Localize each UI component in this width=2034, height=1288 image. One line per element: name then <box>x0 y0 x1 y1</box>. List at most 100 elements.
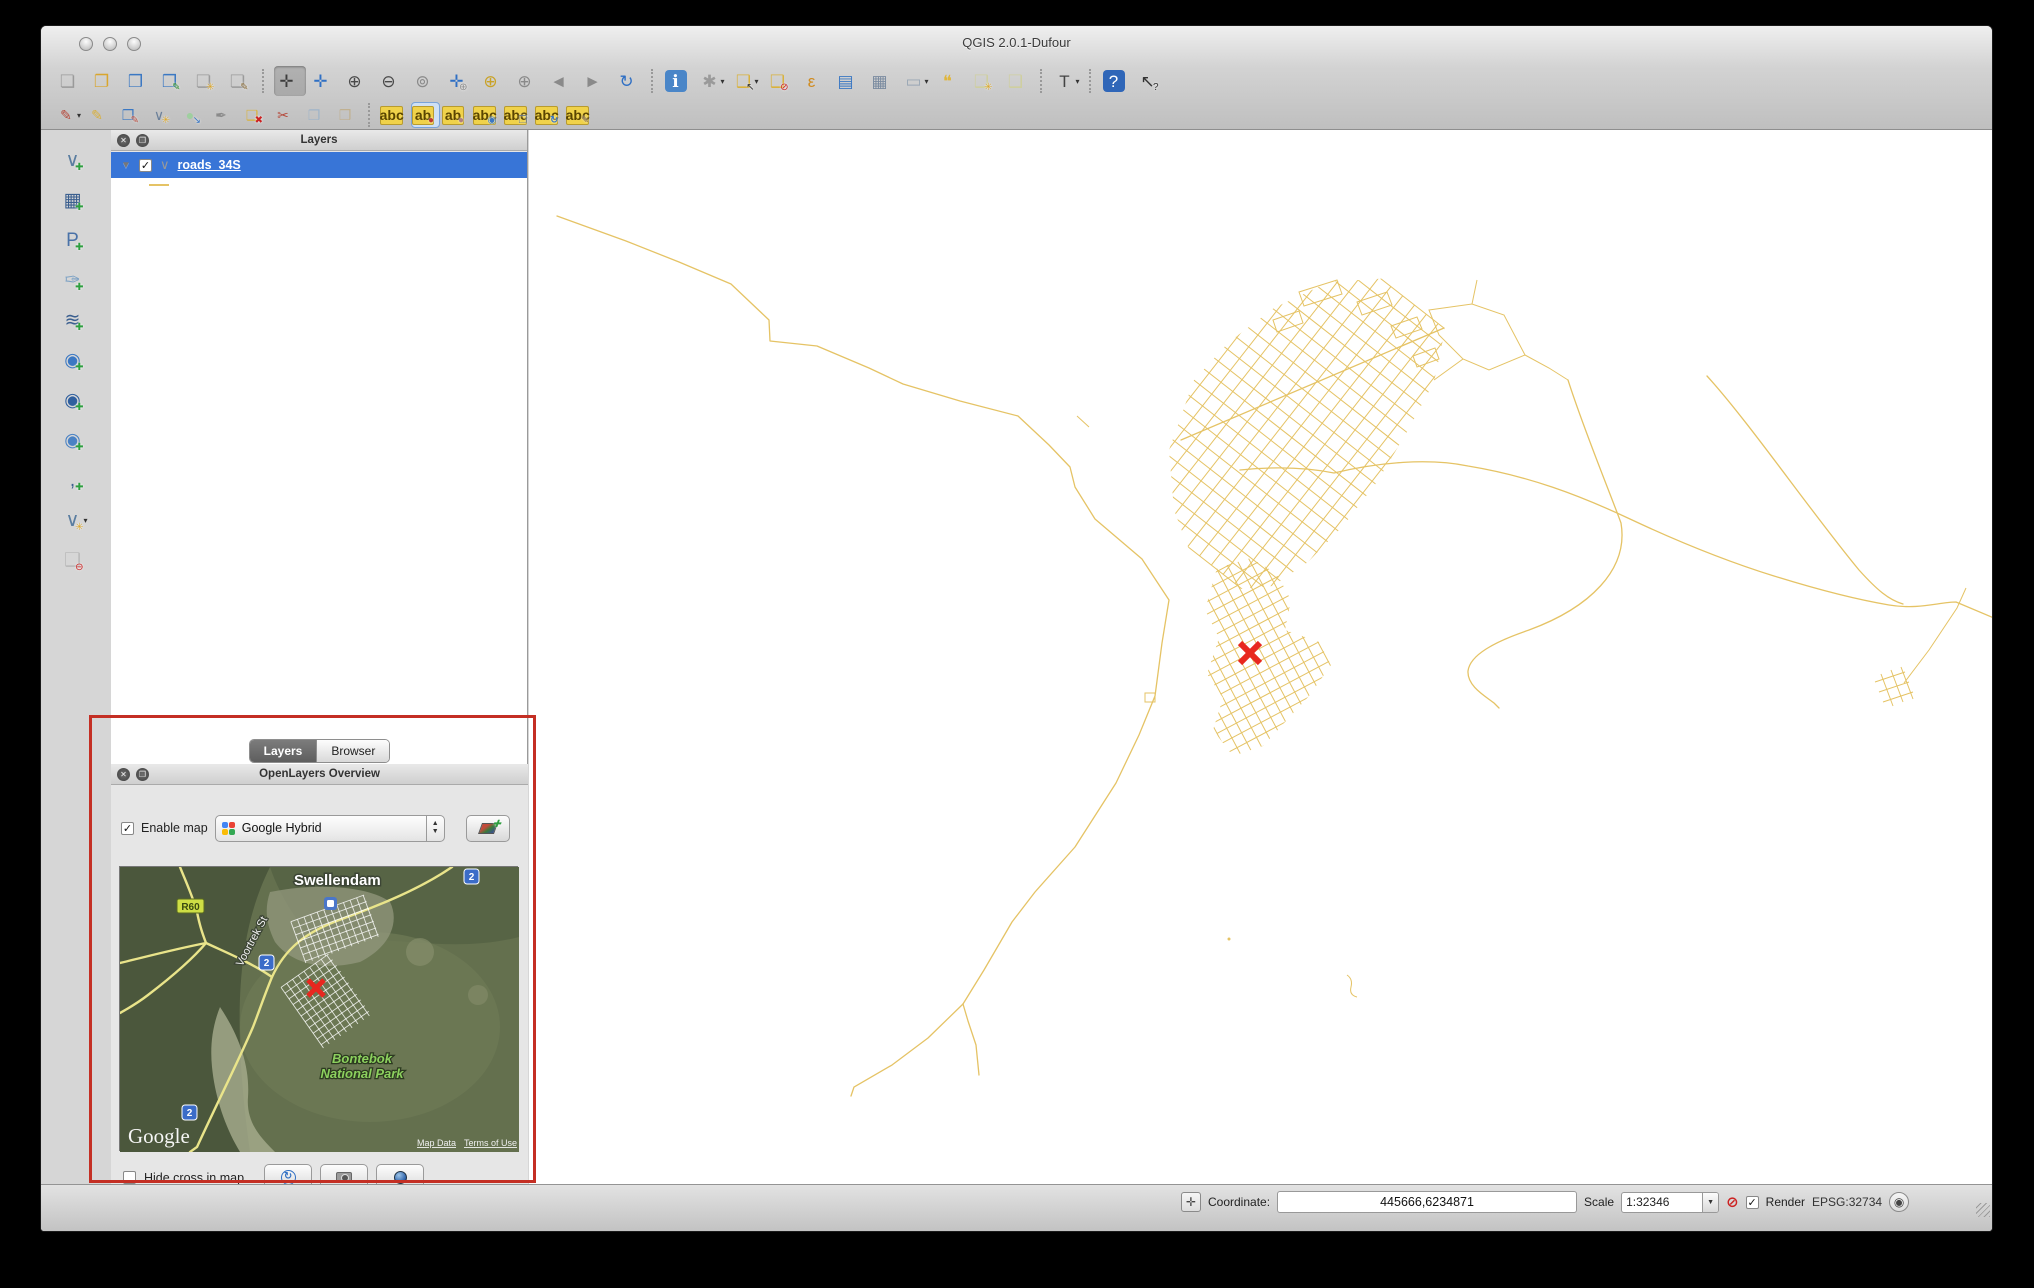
save-layer-edits-button[interactable]: ❒✎ <box>117 102 146 128</box>
pan-map-button[interactable]: ✛ <box>274 66 306 96</box>
stepper-arrows-icon[interactable]: ▲▼ <box>426 816 444 841</box>
zoom-last-button[interactable]: ◄ <box>546 66 578 96</box>
terms-of-use-link[interactable]: Terms of Use <box>464 1138 517 1148</box>
scale-combo[interactable]: 1:32346 ▼ <box>1621 1192 1719 1213</box>
crs-globe-icon[interactable]: ◉ <box>1889 1192 1909 1212</box>
render-checkbox[interactable]: ✓ <box>1746 1196 1759 1209</box>
mouse-position-icon[interactable]: ✛ <box>1181 1192 1201 1212</box>
label-visibility-button[interactable]: abc◉ <box>473 102 502 128</box>
add-delimited-text-layer-button[interactable]: ,✚ <box>57 464 95 497</box>
add-postgis-layer-button[interactable]: P✚ <box>57 224 95 257</box>
dropdown-caret[interactable]: ▾ <box>755 77 762 86</box>
pan-to-selection-button[interactable]: ✛ <box>308 66 340 96</box>
label-pin-button[interactable]: ab● <box>411 102 440 128</box>
open-attribute-table-button[interactable]: ▤ <box>833 66 865 96</box>
close-panel-icon[interactable]: ✕ <box>117 134 130 147</box>
overview-minimap[interactable]: Swellendam R60 Voortrek St 2 2 <box>119 866 518 1151</box>
add-wms-layer-button[interactable]: ◉✚ <box>57 344 95 377</box>
zoom-out-button[interactable]: ⊖ <box>376 66 408 96</box>
map-provider-select[interactable]: Google Hybrid ▲▼ <box>215 815 445 842</box>
layer-visibility-checkbox[interactable]: ✓ <box>139 159 152 172</box>
route-2-shield: 2 <box>464 869 479 884</box>
hide-cross-checkbox[interactable]: ✓ <box>123 1171 136 1184</box>
open-project-button[interactable]: ❐ <box>89 66 121 96</box>
add-feature-button[interactable]: ∨✳ <box>148 102 177 128</box>
coordinate-label: Coordinate: <box>1208 1195 1270 1209</box>
layer-name[interactable]: roads_34S <box>178 158 241 172</box>
new-project-button[interactable]: ❏ <box>55 66 87 96</box>
layer-row-roads-34s[interactable]: ▼ ✓ ∨ roads_34S <box>111 152 527 178</box>
new-shapefile-layer-button[interactable]: ∨✳ ▾ <box>57 504 95 537</box>
delete-selected-button[interactable]: ❑✖ <box>241 102 270 128</box>
svg-text:2: 2 <box>187 1108 193 1119</box>
statistical-summary-button[interactable]: ▦ <box>867 66 899 96</box>
float-panel-icon[interactable]: ❐ <box>136 134 149 147</box>
zoom-to-selection-button[interactable]: ⊕ <box>478 66 510 96</box>
dropdown-caret[interactable]: ▾ <box>1076 77 1083 86</box>
save-project-as-button[interactable]: ❒✎ <box>157 66 189 96</box>
line-layer-icon: ∨ <box>160 157 170 173</box>
label-edit-button[interactable]: abc✎ <box>566 102 595 128</box>
add-vector-layer-button[interactable]: ∨✚ <box>57 144 95 177</box>
show-bookmarks-button[interactable]: ❑ <box>1003 66 1035 96</box>
tab-layers[interactable]: Layers <box>250 740 317 762</box>
add-spatialite-layer-button[interactable]: ✑✚ <box>57 264 95 297</box>
map-data-link[interactable]: Map Data <box>417 1138 456 1148</box>
zoom-full-button[interactable]: ✛⊕ <box>444 66 476 96</box>
zoom-in-button[interactable]: ⊕ <box>342 66 374 96</box>
label-copy-button[interactable]: abc❐ <box>504 102 533 128</box>
toggle-editing-button[interactable]: ✎ <box>86 102 115 128</box>
zoom-native-button[interactable]: ⊚ <box>410 66 442 96</box>
composer-manager-button[interactable]: ❏✎ <box>225 66 257 96</box>
layer-symbology-swatch[interactable] <box>149 184 169 186</box>
float-panel-icon[interactable]: ❐ <box>136 768 149 781</box>
dropdown-caret[interactable]: ▾ <box>84 516 91 525</box>
select-by-expression-button[interactable]: ε <box>799 66 831 96</box>
move-feature-button[interactable]: ●↘ <box>179 102 208 128</box>
save-project-button[interactable]: ❒ <box>123 66 155 96</box>
node-tool-button[interactable]: ✒ <box>210 102 239 128</box>
copy-features-button[interactable]: ❐ <box>303 102 332 128</box>
label-unpin-button[interactable]: ab● <box>442 102 471 128</box>
coordinate-input[interactable]: 445666,6234871 <box>1277 1191 1577 1213</box>
label-recover-button[interactable]: abc↻ <box>535 102 564 128</box>
text-annotation-button[interactable]: T ▾ <box>1052 66 1084 96</box>
label-settings-button[interactable]: abc <box>380 102 409 128</box>
whats-this-button[interactable]: ↖? <box>1135 66 1167 96</box>
resize-grip[interactable] <box>1976 1203 1990 1217</box>
enable-map-checkbox[interactable]: ✓ <box>121 822 134 835</box>
measure-button[interactable]: ▭ ▾ <box>901 66 933 96</box>
current-edits-button[interactable]: ✎ ▾ <box>55 102 84 128</box>
help-contents-button[interactable]: ? <box>1101 66 1133 96</box>
cut-features-button[interactable]: ✂ <box>272 102 301 128</box>
select-features-button[interactable]: ❑↖ ▾ <box>731 66 763 96</box>
chevron-down-icon[interactable]: ▼ <box>1702 1193 1718 1212</box>
identify-features-button[interactable]: ℹ <box>663 66 695 96</box>
deselect-features-button[interactable]: ❑⊘ <box>765 66 797 96</box>
refresh-button[interactable]: ↻ <box>614 66 646 96</box>
new-print-composer-button[interactable]: ❏✳ <box>191 66 223 96</box>
remove-layer-button[interactable]: ❑⊖ <box>57 544 95 577</box>
close-panel-icon[interactable]: ✕ <box>117 768 130 781</box>
add-raster-layer-button[interactable]: ▦✚ <box>57 184 95 217</box>
add-wfs-layer-button[interactable]: ◉✚ <box>57 424 95 457</box>
zoom-next-button[interactable]: ► <box>580 66 612 96</box>
run-feature-action-button[interactable]: ✱ ▾ <box>697 66 729 96</box>
expand-arrow-icon[interactable]: ▼ <box>121 160 131 171</box>
dropdown-caret[interactable]: ▾ <box>925 77 932 86</box>
dropdown-caret[interactable]: ▾ <box>77 111 84 120</box>
title-bar[interactable]: QGIS 2.0.1-Dufour <box>41 26 1992 62</box>
add-wcs-layer-button[interactable]: ◉✚ <box>57 384 95 417</box>
add-mssql-layer-button[interactable]: ≋✚ <box>57 304 95 337</box>
tab-browser[interactable]: Browser <box>316 740 389 762</box>
stop-render-icon[interactable]: ⊘ <box>1726 1193 1739 1211</box>
map-tips-button[interactable]: ❝ <box>935 66 967 96</box>
map-canvas[interactable] <box>529 130 1993 1186</box>
camera-icon <box>336 1172 352 1183</box>
add-map-layer-button[interactable]: ✚ <box>466 815 510 842</box>
dropdown-caret[interactable]: ▾ <box>721 77 728 86</box>
paste-features-button[interactable]: ❒ <box>334 102 363 128</box>
new-bookmark-button[interactable]: ❑✳ <box>969 66 1001 96</box>
zoom-to-layer-button[interactable]: ⊕ <box>512 66 544 96</box>
overview-panel-title: OpenLayers Overview <box>111 768 528 780</box>
